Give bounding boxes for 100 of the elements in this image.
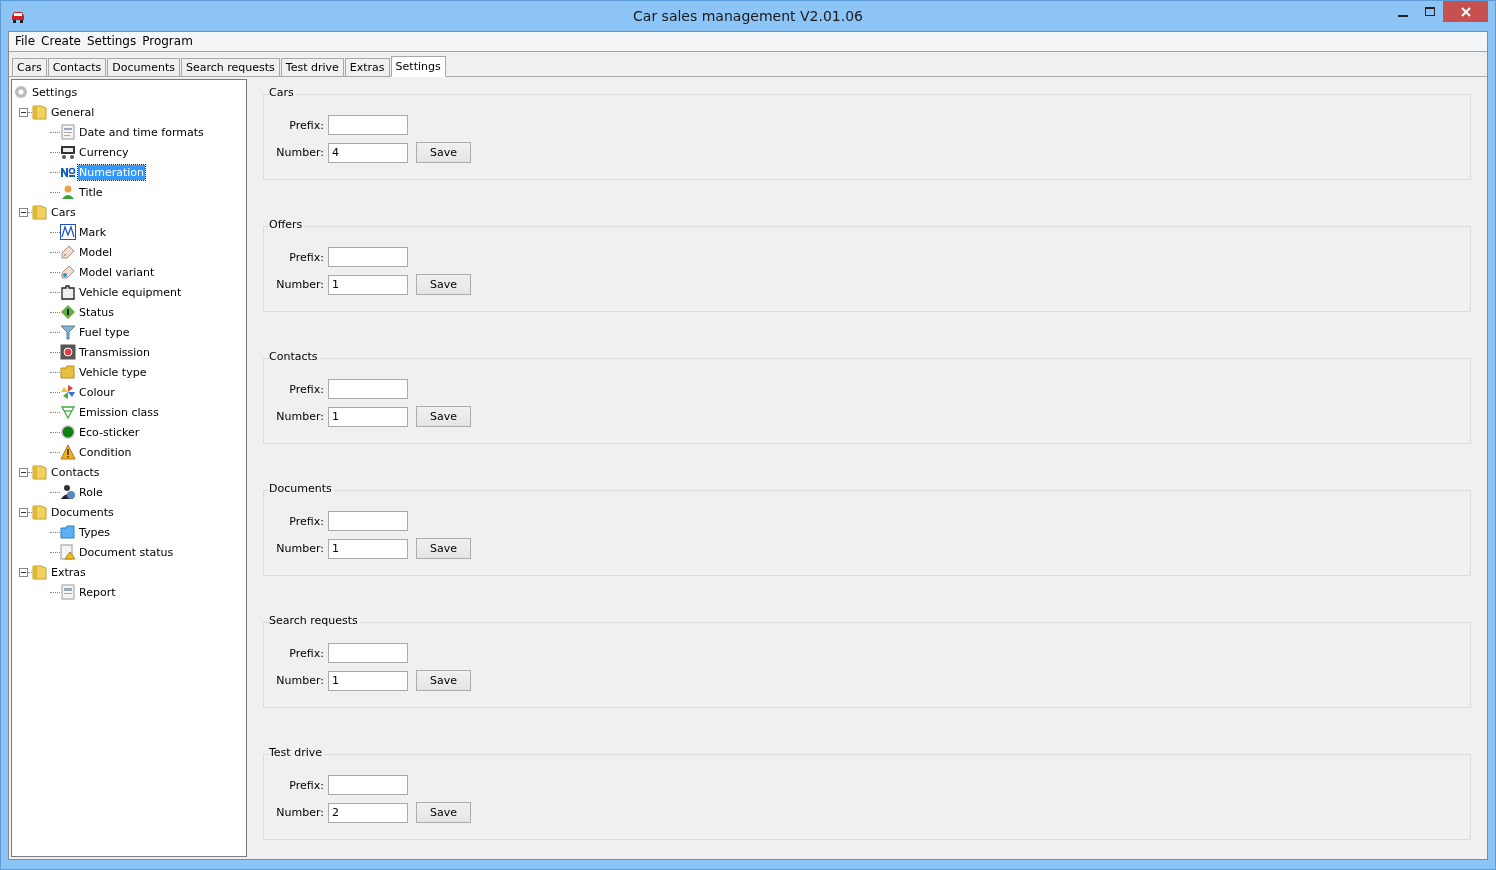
field-label: Prefix:: [288, 250, 324, 264]
number-field[interactable]: 2: [328, 802, 408, 823]
tab[interactable]: Settings: [390, 56, 446, 77]
tree-item[interactable]: Condition: [78, 444, 133, 460]
tree-item[interactable]: Model: [78, 244, 114, 260]
group-title: Documents: [269, 482, 334, 495]
save-button[interactable]: Save: [416, 274, 471, 295]
number-field[interactable]: 1: [328, 670, 408, 691]
prefix-field[interactable]: [328, 643, 408, 663]
save-button[interactable]: Save: [416, 406, 471, 427]
tree-item[interactable]: General: [50, 104, 96, 120]
save-button[interactable]: Save: [416, 670, 471, 691]
folder-icon: [60, 524, 76, 540]
tree-item[interactable]: Colour: [78, 384, 116, 400]
tree-item[interactable]: Types: [78, 524, 111, 540]
field-label: Prefix:: [288, 778, 324, 792]
number-field[interactable]: 4: [328, 142, 408, 163]
menu-item[interactable]: Settings: [83, 33, 140, 50]
tab[interactable]: Contacts: [47, 58, 107, 76]
document-icon: [60, 584, 76, 600]
number-field[interactable]: 1: [328, 406, 408, 427]
group-title: Search requests: [269, 614, 360, 627]
tab[interactable]: Documents: [107, 58, 180, 76]
gearbox-icon: [60, 344, 76, 360]
warning-icon: [60, 444, 76, 460]
diamond-icon: [60, 304, 76, 320]
tree-item[interactable]: Model variant: [78, 264, 156, 280]
field-label: Prefix:: [288, 646, 324, 660]
number-field[interactable]: 1: [328, 274, 408, 295]
tree-item[interactable]: Report: [78, 584, 117, 600]
window-title: Car sales management V2.01.06: [633, 8, 863, 24]
collapse-icon[interactable]: [19, 207, 28, 217]
tree-item[interactable]: Currency: [78, 144, 130, 160]
tab[interactable]: Extras: [344, 58, 390, 76]
folder-icon: [32, 504, 48, 520]
prefix-field[interactable]: [328, 247, 408, 267]
collapse-icon[interactable]: [19, 567, 28, 577]
group-title: Contacts: [269, 350, 320, 363]
collapse-icon[interactable]: [19, 467, 28, 477]
puzzle-icon: [60, 284, 76, 300]
tree-item[interactable]: Document status: [78, 544, 175, 560]
tree-item[interactable]: Status: [78, 304, 116, 320]
folder-icon: [32, 464, 48, 480]
field-label: Prefix:: [288, 514, 324, 528]
tree-item[interactable]: Title: [78, 184, 104, 200]
tree-item[interactable]: Cars: [50, 204, 77, 220]
field-label: Number:: [276, 674, 324, 687]
tab[interactable]: Search requests: [180, 58, 280, 76]
field-label: Number:: [276, 806, 324, 819]
field-label: Number:: [276, 146, 324, 159]
group-title: Offers: [269, 218, 305, 231]
field-label: Number:: [276, 542, 324, 555]
pinwheel-icon: [60, 384, 76, 400]
tree-item[interactable]: Mark: [78, 224, 108, 240]
person-icon: [60, 484, 76, 500]
tree-item[interactable]: Fuel type: [78, 324, 131, 340]
tree-item[interactable]: Emission class: [78, 404, 160, 420]
menu-item[interactable]: Create: [38, 33, 84, 50]
tree-item[interactable]: Eco-sticker: [78, 424, 141, 440]
minimize-icon: [1397, 14, 1408, 17]
prefix-field[interactable]: [328, 775, 408, 795]
tab[interactable]: Cars: [12, 58, 47, 76]
tab[interactable]: Test drive: [280, 58, 344, 76]
folder-icon: [32, 204, 48, 220]
tree-item[interactable]: Settings: [31, 84, 79, 100]
maximize-icon: [1424, 7, 1435, 16]
person-icon: [60, 184, 76, 200]
car-icon: [10, 9, 26, 23]
document-icon: [60, 544, 76, 560]
menu-item[interactable]: File: [12, 33, 39, 50]
prefix-field[interactable]: [328, 511, 408, 531]
cash-register-icon: [60, 144, 76, 160]
tree-item[interactable]: Date and time formats: [78, 124, 205, 140]
menu-item[interactable]: Program: [139, 33, 196, 50]
tree-item[interactable]: Contacts: [50, 464, 101, 480]
number-field[interactable]: 1: [328, 538, 408, 559]
save-button[interactable]: Save: [416, 538, 471, 559]
collapse-icon[interactable]: [19, 107, 28, 117]
save-button[interactable]: Save: [416, 142, 471, 163]
field-label: Prefix:: [288, 382, 324, 396]
prefix-field[interactable]: [328, 379, 408, 399]
triangle-icon: [60, 404, 76, 420]
tag-icon: [60, 264, 76, 280]
tree-item[interactable]: Documents: [50, 504, 115, 520]
funnel-icon: [60, 324, 76, 340]
folder-icon: [32, 564, 48, 580]
tree-item[interactable]: Vehicle equipment: [78, 284, 183, 300]
tree-item[interactable]: Role: [78, 484, 104, 500]
tree-item[interactable]: Extras: [50, 564, 87, 580]
collapse-icon[interactable]: [19, 507, 28, 517]
close-button[interactable]: [1443, 1, 1488, 22]
wave-icon: [60, 224, 76, 240]
tree-item[interactable]: Vehicle type: [78, 364, 148, 380]
group-title: Test drive: [269, 746, 324, 759]
save-button[interactable]: Save: [416, 802, 471, 823]
tree-item[interactable]: Transmission: [78, 344, 152, 360]
prefix-field[interactable]: [328, 115, 408, 135]
field-label: Prefix:: [288, 118, 324, 132]
folder-icon: [32, 104, 48, 120]
tag-icon: [60, 244, 76, 260]
